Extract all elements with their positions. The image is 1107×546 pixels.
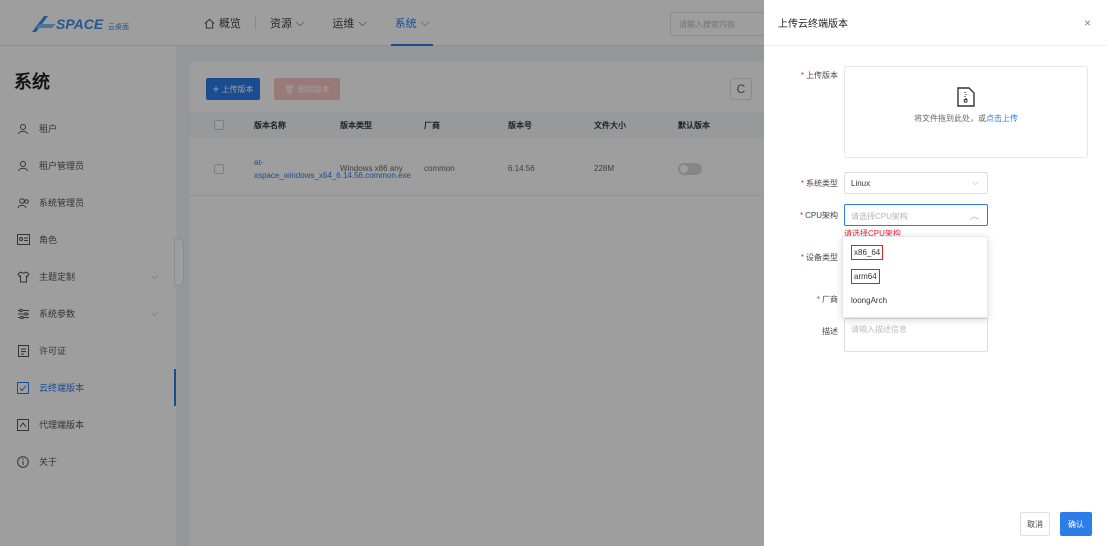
chevron-up-icon: ︿ [969, 211, 979, 221]
vendor-label: * 厂商 [816, 295, 838, 304]
os-type-label: * 系统类型 [800, 179, 838, 188]
upload-drawer: 上传云终端版本 × * 上传版本 将文件拖到此处，或点击上传 * 系统类型 Linu… [764, 0, 1107, 546]
cpu-option-loongarch[interactable]: loongArch [851, 296, 887, 305]
chevron-down-icon: ⌵ [972, 177, 979, 187]
upload-version-field-label: * 上传版本 [800, 71, 838, 80]
os-label-text: 系统类型 [806, 179, 838, 188]
close-icon[interactable]: × [1084, 16, 1091, 30]
upload-label-text: 上传版本 [806, 71, 838, 80]
confirm-button[interactable]: 确认 [1060, 512, 1092, 536]
drawer-title: 上传云终端版本 [778, 19, 848, 30]
upload-hint: 将文件拖到此处，或点击上传 [845, 113, 1087, 124]
drawer-header: 上传云终端版本 × [764, 0, 1107, 46]
vendor-label-text: 厂商 [822, 295, 838, 304]
cpu-option-x86-64[interactable]: x86_64 [851, 245, 884, 260]
device-type-label: * 设备类型 [800, 253, 838, 262]
cpu-arch-label: * CPU架构 [799, 211, 838, 220]
cpu-label-text: CPU架构 [805, 211, 838, 220]
cpu-arch-dropdown: x86_64 arm64 loongArch [842, 236, 988, 318]
description-textarea[interactable]: 请输入描述信息 [844, 318, 988, 352]
cpu-arch-placeholder: 请选择CPU架构 [851, 212, 908, 221]
zip-file-icon [957, 87, 975, 107]
upload-dropzone[interactable]: 将文件拖到此处，或点击上传 [844, 66, 1088, 158]
device-label-text: 设备类型 [806, 253, 838, 262]
cancel-button[interactable]: 取消 [1020, 512, 1050, 536]
description-label: 描述 [822, 327, 838, 336]
cpu-arch-select[interactable]: 请选择CPU架构 ︿ [844, 204, 988, 226]
os-type-value: Linux [851, 179, 871, 188]
upload-hint-text: 将文件拖到此处，或 [914, 114, 986, 123]
cpu-option-arm64[interactable]: arm64 [851, 269, 880, 284]
click-upload-link[interactable]: 点击上传 [986, 114, 1018, 123]
os-type-select[interactable]: Linux ⌵ [844, 172, 988, 194]
